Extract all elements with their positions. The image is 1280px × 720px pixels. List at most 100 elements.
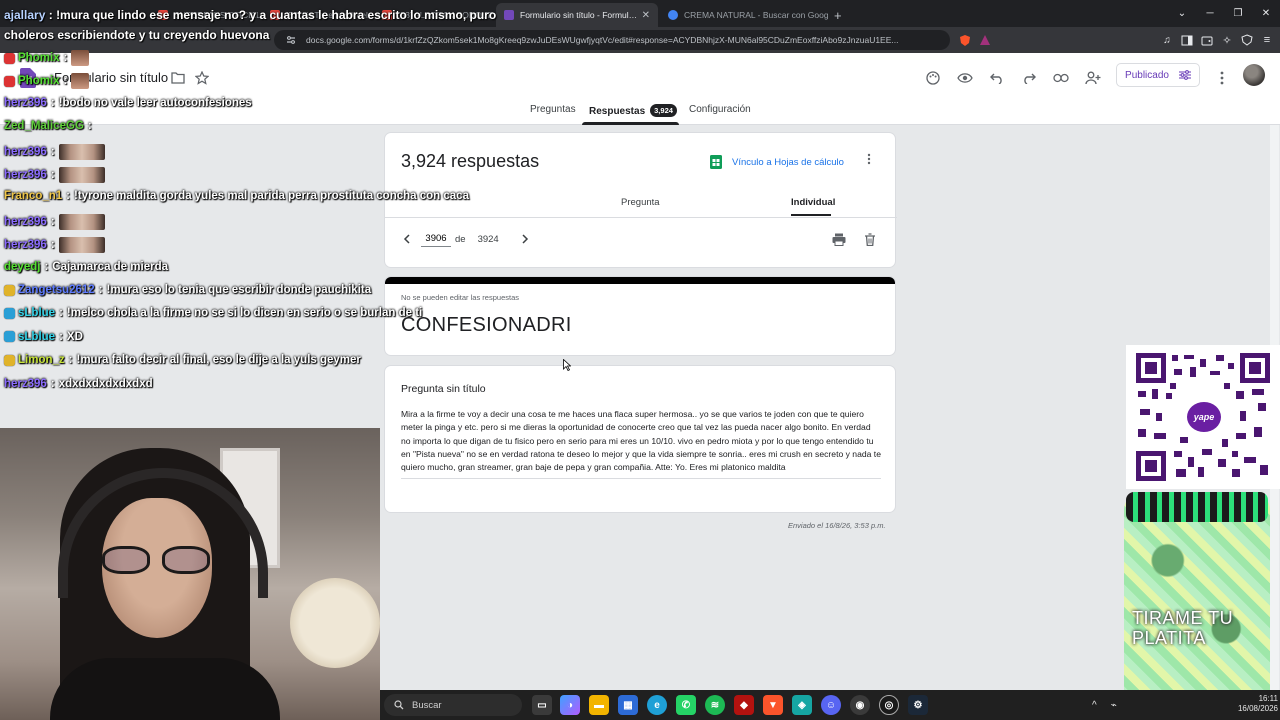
- tip-jar-text: TIRAME TU PLATITA: [1132, 608, 1234, 648]
- chat-emote-icon: [71, 73, 90, 90]
- subtab-individual[interactable]: Individual: [791, 197, 835, 208]
- chat-username: herz396: [4, 215, 47, 228]
- responses-more-icon[interactable]: [867, 153, 871, 165]
- copilot-icon[interactable]: ◑: [560, 695, 580, 715]
- site-info-icon[interactable]: [286, 35, 296, 45]
- chat-separator: :: [50, 215, 55, 228]
- minimize-button[interactable]: ─: [1196, 0, 1224, 27]
- whatsapp-icon[interactable]: ✆: [676, 695, 696, 715]
- spotify-icon[interactable]: ≋: [705, 695, 725, 715]
- discord-icon[interactable]: ☺: [821, 695, 841, 715]
- tray-overflow-icon[interactable]: ^: [1092, 700, 1097, 711]
- subtab-question[interactable]: Pregunta: [621, 197, 660, 208]
- app-icon[interactable]: ◈: [792, 695, 812, 715]
- chat-message: Zangetsu2612: !mura eso lo tenia que escr…: [4, 284, 371, 296]
- chat-username: sLblue: [18, 330, 56, 343]
- browser-tab-2[interactable]: [53] Ya Tenemos Vuelos: [262, 3, 372, 27]
- chat-message: herz396: xdxdxdxdxdxdxd: [4, 378, 153, 390]
- tab-questions[interactable]: Preguntas: [530, 104, 576, 115]
- obs-icon[interactable]: ◉: [850, 695, 870, 715]
- account-avatar[interactable]: [1243, 64, 1265, 86]
- browser-tab-3[interactable]: [53] ALACRAN PORQUE: [374, 3, 494, 27]
- game-launcher-icon[interactable]: ◎: [879, 695, 899, 715]
- published-button[interactable]: Publicado: [1116, 63, 1200, 87]
- undo-icon[interactable]: [985, 66, 1009, 90]
- steam-icon[interactable]: ⚙: [908, 695, 928, 715]
- chat-badge-icon: [4, 284, 15, 296]
- taskbar-clock[interactable]: 16:11 16/08/2026: [1228, 694, 1278, 714]
- tab-responses-label: Respuestas: [589, 106, 646, 117]
- store-icon[interactable]: ▦: [618, 695, 638, 715]
- new-tab-button[interactable]: +: [826, 3, 844, 27]
- chat-message: herz396: !bodo no vale leer autoconfesion…: [4, 97, 252, 109]
- chat-separator: :: [50, 96, 55, 109]
- maximize-button[interactable]: ❐: [1224, 0, 1252, 27]
- answer-text: Mira a la firme te voy a decir una cosa …: [401, 408, 881, 480]
- taskbar-search[interactable]: Buscar: [384, 694, 522, 716]
- next-response-icon[interactable]: [521, 234, 529, 244]
- chat-badge-icon: [4, 354, 15, 366]
- network-icon[interactable]: ⌁: [1111, 700, 1117, 711]
- webcam-plush: [290, 578, 380, 668]
- add-collaborator-icon[interactable]: [1081, 66, 1105, 90]
- chat-text: !melco chola a la firme no se si lo dice…: [66, 307, 423, 320]
- tab-favicon-icon: [158, 10, 168, 20]
- chat-separator: :: [98, 284, 103, 296]
- link-to-sheets-button[interactable]: Vínculo a Hojas de cálculo: [710, 155, 844, 169]
- customize-theme-icon[interactable]: [921, 66, 945, 90]
- browser-tab-5[interactable]: CREMA NATURAL - Buscar con Goog...: [660, 3, 828, 27]
- chat-username: Zed_MaliceGG: [4, 120, 84, 133]
- more-options-icon[interactable]: [1210, 66, 1234, 90]
- copy-link-icon[interactable]: [1049, 66, 1073, 90]
- media-control-icon[interactable]: ♫: [1158, 31, 1176, 49]
- published-label: Publicado: [1125, 69, 1169, 81]
- brave-shield-icon[interactable]: [956, 31, 974, 49]
- chat-separator: :: [50, 239, 55, 252]
- edge-icon[interactable]: e: [647, 695, 667, 715]
- browser-tab-forms[interactable]: Formulario sin título - Formulario ✕: [496, 3, 658, 27]
- chat-username: Limon_z: [18, 354, 65, 367]
- search-icon: [394, 700, 404, 710]
- webcam-glasses: [100, 546, 214, 576]
- system-tray: ^ ⌁: [1092, 690, 1131, 720]
- response-count-heading: 3,924 respuestas: [401, 151, 540, 171]
- pager-total: 3924: [477, 233, 499, 245]
- preview-eye-icon[interactable]: [953, 66, 977, 90]
- browser-menu-icon[interactable]: ≡: [1258, 31, 1276, 49]
- chat-message: herz396:: [4, 237, 105, 254]
- tab-search-icon[interactable]: ⌄: [1168, 0, 1196, 27]
- vpn-icon[interactable]: [1238, 31, 1256, 49]
- subtab-indicator: [791, 214, 831, 216]
- address-bar[interactable]: docs.google.com/forms/d/1krfZzQZkom5sek1…: [274, 30, 950, 50]
- yape-qr-code: yape: [1126, 345, 1280, 489]
- chat-badge-icon: [4, 307, 15, 319]
- delete-icon[interactable]: [864, 233, 876, 246]
- sidebar-toggle-icon[interactable]: [1178, 31, 1196, 49]
- browser-tab-strip: SUPERFANS OFICIALES - Nueva(s) A... [53]…: [0, 0, 1280, 27]
- chat-message: Zed_MaliceGG:: [4, 120, 96, 132]
- leo-ai-icon[interactable]: ✧: [1218, 31, 1236, 49]
- chat-username: sLblue: [18, 307, 56, 320]
- brave-rewards-icon[interactable]: [976, 31, 994, 49]
- previous-response-icon[interactable]: [403, 234, 411, 244]
- tab-settings[interactable]: Configuración: [689, 104, 751, 115]
- close-window-button[interactable]: ✕: [1252, 0, 1280, 27]
- forms-header: Formulario sin título Publicado Pregunta…: [0, 53, 1280, 125]
- tab-close-icon[interactable]: ✕: [642, 10, 650, 21]
- redo-icon[interactable]: [1017, 66, 1041, 90]
- wallet-icon[interactable]: [1198, 31, 1216, 49]
- tab-label: CREMA NATURAL - Buscar con Goog...: [684, 10, 828, 20]
- print-icon[interactable]: [832, 233, 846, 246]
- tab-responses[interactable]: Respuestas 3,924: [589, 104, 677, 117]
- star-icon[interactable]: [190, 66, 214, 90]
- brave-icon[interactable]: ▼: [763, 695, 783, 715]
- response-number-input[interactable]: [421, 231, 451, 247]
- dota-icon[interactable]: ◆: [734, 695, 754, 715]
- browser-tab-1[interactable]: SUPERFANS OFICIALES - Nueva(s) A...: [150, 3, 260, 27]
- task-view-icon[interactable]: ▭: [532, 695, 552, 715]
- chat-username: herz396: [4, 169, 47, 181]
- mouse-cursor-icon: [563, 359, 571, 371]
- move-to-folder-icon[interactable]: [166, 66, 190, 90]
- file-explorer-icon[interactable]: ▬: [589, 695, 609, 715]
- tab-favicon-icon: [270, 10, 280, 20]
